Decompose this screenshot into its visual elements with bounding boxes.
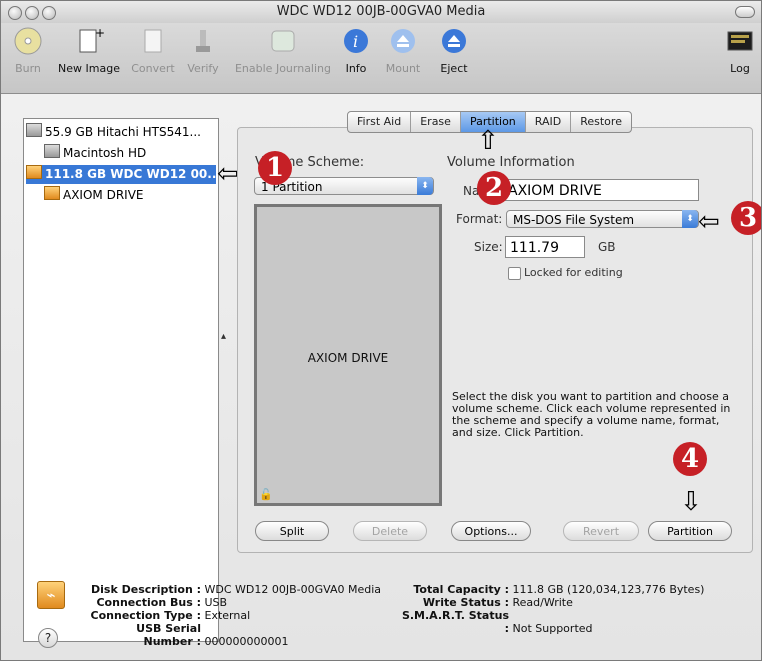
annotation-arrow-left-icon: ⇦	[217, 159, 239, 189]
sidebar-item-wdc-disk[interactable]: 111.8 GB WDC WD12 00...	[26, 165, 216, 184]
mount-icon	[388, 26, 418, 56]
minimize-window-button[interactable]	[25, 6, 39, 20]
revert-button[interactable]: Revert	[563, 521, 639, 541]
tab-raid[interactable]: RAID	[526, 112, 572, 132]
locked-for-editing-label: Locked for editing	[524, 266, 623, 279]
info-key: Connection Type :	[90, 609, 201, 622]
popup-arrows-icon: ⬍	[417, 177, 433, 195]
annotation-badge-2: 2	[477, 171, 511, 205]
locked-checkbox[interactable]	[508, 267, 521, 280]
verify-button[interactable]: Verify	[182, 26, 224, 75]
convert-button[interactable]: Convert	[129, 26, 177, 75]
info-value: 000000000001	[204, 635, 289, 648]
info-value: 111.8 GB (120,034,123,776 Bytes)	[512, 583, 705, 596]
options-button[interactable]: Options...	[451, 521, 531, 541]
disk-utility-window: WDC WD12 00JB-00GVA0 Media Burn + New Im…	[0, 0, 762, 661]
enable-journaling-button[interactable]: Enable Journaling	[229, 26, 337, 75]
volume-information-heading: Volume Information	[447, 155, 575, 170]
info-value: USB	[204, 596, 228, 609]
volume-scheme-diagram[interactable]: AXIOM DRIVE 🔓	[254, 204, 442, 506]
convert-icon	[138, 26, 168, 56]
window-title: WDC WD12 00JB-00GVA0 Media	[276, 4, 486, 19]
tab-restore[interactable]: Restore	[571, 112, 631, 132]
popup-arrows-icon: ⬍	[682, 210, 698, 228]
toolbar-toggle-button[interactable]	[735, 6, 755, 18]
size-label: Size:	[474, 240, 503, 254]
size-field[interactable]: 111.79	[505, 236, 585, 258]
mount-button[interactable]: Mount	[381, 26, 425, 75]
help-button[interactable]: ?	[38, 628, 58, 648]
annotation-arrow-up-icon: ⇧	[477, 126, 499, 156]
zoom-window-button[interactable]	[42, 6, 56, 20]
external-disk-icon: ⌁	[37, 581, 65, 609]
size-unit-label: GB	[598, 240, 616, 254]
burn-icon	[13, 26, 43, 56]
format-popup[interactable]: MS-DOS File System ⬍	[506, 210, 699, 228]
sidebar-item-axiom-drive[interactable]: AXIOM DRIVE	[26, 186, 216, 205]
info-value: Not Supported	[512, 622, 593, 635]
info-key: Total Capacity :	[413, 583, 509, 596]
info-key: Write Status :	[422, 596, 509, 609]
info-value: WDC WD12 00JB-00GVA0 Media	[204, 583, 382, 596]
svg-text:+: +	[95, 26, 104, 40]
lock-icon: 🔓	[259, 488, 273, 501]
delete-button[interactable]: Delete	[353, 521, 427, 541]
sidebar-item-macintosh-hd[interactable]: Macintosh HD	[26, 144, 216, 163]
annotation-badge-1: 1	[258, 151, 292, 185]
tab-erase[interactable]: Erase	[411, 112, 461, 132]
tab-first-aid[interactable]: First Aid	[348, 112, 412, 132]
annotation-arrow-down-icon: ⇩	[680, 487, 702, 517]
splitter-handle-icon[interactable]: ▴	[221, 331, 226, 342]
scheme-volume-label: AXIOM DRIVE	[307, 351, 389, 365]
info-key: S.M.A.R.T. Status :	[401, 609, 509, 635]
partition-button[interactable]: Partition	[648, 521, 732, 541]
split-button[interactable]: Split	[255, 521, 329, 541]
info-icon: i	[341, 26, 371, 56]
format-label: Format:	[456, 212, 503, 226]
info-key: Connection Bus :	[96, 596, 201, 609]
info-key: Disk Description :	[91, 583, 201, 596]
partition-help-text: Select the disk you want to partition an…	[452, 390, 731, 439]
eject-button[interactable]: Eject	[433, 26, 475, 75]
info-value: Read/Write	[512, 596, 573, 609]
eject-icon	[439, 26, 469, 56]
toolbar: Burn + New Image Convert Verify Enable J…	[1, 23, 761, 94]
disk-info-right: Total Capacity : 111.8 GB (120,034,123,7…	[399, 583, 705, 635]
disk-list: 55.9 GB Hitachi HTS541... Macintosh HD 1…	[23, 118, 219, 642]
hard-disk-icon	[26, 123, 42, 137]
disk-info-left: Disk Description : WDC WD12 00JB-00GVA0 …	[89, 583, 381, 648]
new-image-icon: +	[74, 26, 104, 56]
new-image-button[interactable]: + New Image	[53, 26, 125, 75]
external-disk-icon	[26, 165, 42, 179]
volume-name-field[interactable]: AXIOM DRIVE	[503, 179, 699, 201]
svg-text:i: i	[353, 32, 358, 51]
annotation-badge-3: 3	[731, 201, 761, 235]
info-value: External	[204, 609, 251, 622]
verify-icon	[188, 26, 218, 56]
log-button[interactable]: Log	[723, 26, 757, 75]
close-window-button[interactable]	[8, 6, 22, 20]
annotation-badge-4: 4	[673, 442, 707, 476]
volume-icon	[44, 144, 60, 158]
log-icon	[725, 26, 755, 56]
burn-button[interactable]: Burn	[5, 26, 51, 75]
info-button[interactable]: i Info	[339, 26, 373, 75]
journaling-icon	[268, 26, 298, 56]
title-bar: WDC WD12 00JB-00GVA0 Media	[1, 1, 761, 23]
annotation-arrow-left-icon: ⇦	[698, 207, 720, 237]
external-volume-icon	[44, 186, 60, 200]
info-key: USB Serial Number :	[136, 622, 201, 648]
sidebar-item-hitachi-disk[interactable]: 55.9 GB Hitachi HTS541...	[26, 123, 216, 142]
